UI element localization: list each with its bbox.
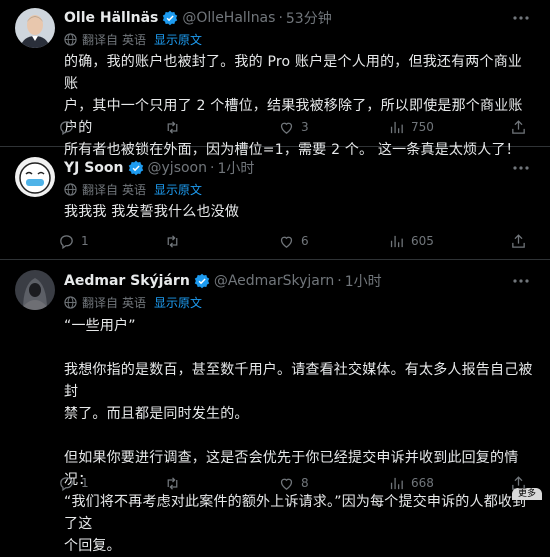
translated-from-label: 翻译自 [82,182,119,197]
text-line: 我我我 我发誓我什么也没做 [64,204,240,220]
more-icon[interactable] [512,9,530,27]
like-button[interactable]: 3 [278,117,309,137]
text-line: 个回复。 [64,538,121,554]
source-language: 英语 [122,295,147,310]
like-button[interactable]: 8 [278,473,309,493]
like-button[interactable]: 6 [278,231,309,251]
translation-bar: 翻译自 英语 显示原文 [64,30,202,48]
like-icon [280,236,293,248]
views-count: 750 [411,120,434,134]
separator-dot: · [337,273,342,289]
author-handle[interactable]: @AedmarSkyjarn [214,273,334,289]
translation-bar: 翻译自 英语 显示原文 [64,180,202,198]
post-text: 我我我 我发誓我什么也没做 [64,201,534,223]
author-name[interactable]: Olle Hällnäs [64,10,158,26]
timestamp[interactable]: 1小时 [217,158,254,178]
like-count: 6 [301,234,309,248]
views-icon [390,121,403,133]
action-bar: 1 8 668 [58,473,538,493]
author-handle[interactable]: @OlleHallnas [182,10,275,26]
reply-button[interactable]: 1 [58,231,89,251]
reply-button[interactable]: 1 [58,473,89,493]
source-language: 英语 [122,182,147,197]
author-handle[interactable]: @yjsoon [148,160,207,176]
text-line: 的确，我的账户也被封了。我的 Pro 账户是个人用的，但我还有两个商业账 [64,54,523,92]
translation-bar: 翻译自 英语 显示原文 [64,293,202,311]
more-pill-button[interactable]: 更多 [512,488,542,500]
avatar[interactable] [15,270,55,310]
views-count: 605 [411,234,434,248]
timestamp[interactable]: 53分钟 [286,8,332,28]
repost-icon [167,476,178,490]
reply-icon [60,120,73,135]
views-count: 668 [411,476,434,490]
views-button[interactable]: 668 [388,473,434,493]
author-name[interactable]: YJ Soon [64,160,124,176]
source-language: 英语 [122,32,147,47]
share-button[interactable] [510,231,527,251]
views-icon [390,477,403,489]
reply-post[interactable]: YJ Soon @yjsoon · 1小时 翻译自 英语 显示原文 我我我 我发… [0,147,550,260]
author-name[interactable]: Aedmar Skýjárn [64,273,190,289]
translated-from-label: 翻译自 [82,295,119,310]
text-line: “一些用户” [64,318,136,334]
action-bar: 3 750 [58,117,538,137]
like-icon [280,478,293,490]
views-button[interactable]: 750 [388,117,434,137]
text-line: 我想你指的是数百，甚至数千用户。请查看社交媒体。有太多人报告自己被封 [64,362,533,400]
globe-icon [64,182,77,196]
repost-icon [167,120,178,134]
like-icon [280,122,293,134]
repost-button[interactable] [164,473,187,493]
show-original-link[interactable]: 显示原文 [154,31,202,48]
reply-post[interactable]: Olle Hällnäs @OlleHallnas · 53分钟 翻译自 英语 … [0,0,550,158]
reply-icon [60,234,73,249]
text-line: 禁了。而且都是同时发生的。 [64,406,249,422]
verified-badge-icon [194,273,210,289]
reply-count: 1 [81,234,89,248]
share-icon [512,233,525,248]
separator-dot: · [278,10,283,26]
translated-from-label: 翻译自 [82,32,119,47]
globe-icon [64,295,77,309]
avatar[interactable] [15,157,55,197]
reply-count: 1 [81,476,89,490]
views-icon [390,235,403,247]
like-count: 8 [301,476,309,490]
reply-icon [60,476,73,491]
post-text: “一些用户” 我想你指的是数百，甚至数千用户。请查看社交媒体。有太多人报告自己被… [64,315,534,557]
verified-badge-icon [128,160,143,176]
show-original-link[interactable]: 显示原文 [154,294,202,311]
repost-icon [167,234,178,248]
timestamp[interactable]: 1小时 [345,271,382,291]
post-text: 的确，我的账户也被封了。我的 Pro 账户是个人用的，但我还有两个商业账 户，其… [64,51,534,161]
globe-icon [64,32,77,46]
reply-post[interactable]: Aedmar Skýjárn @AedmarSkyjarn · 1小时 翻译自 … [0,260,550,554]
verified-badge-icon [163,10,178,26]
repost-button[interactable] [164,117,187,137]
separator-dot: · [210,160,215,176]
action-bar: 1 6 605 [58,231,538,251]
like-count: 3 [301,120,309,134]
share-icon [512,119,525,134]
share-button[interactable] [510,117,527,137]
repost-button[interactable] [164,231,187,251]
text-line: “我们将不再考虑对此案件的额外上诉请求。”因为每个提交申诉的人都收到了这 [64,494,527,532]
avatar[interactable] [15,8,55,48]
more-icon[interactable] [512,272,530,290]
show-original-link[interactable]: 显示原文 [154,181,202,198]
views-button[interactable]: 605 [388,231,434,251]
reply-button[interactable] [58,117,81,137]
more-icon[interactable] [512,159,530,177]
